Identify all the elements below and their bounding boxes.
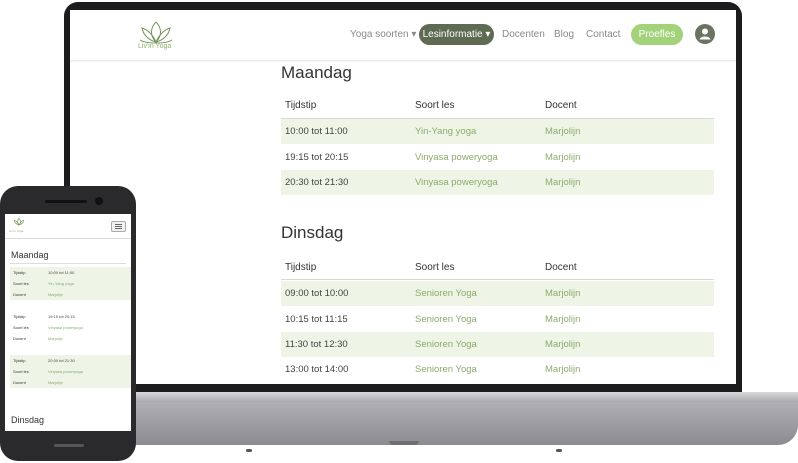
col-header-soort-les: Soort les <box>415 262 455 273</box>
cell-teacher: Marjolijn <box>545 152 581 163</box>
nav-contact[interactable]: Contact <box>586 29 620 40</box>
col-header-soort-les: Soort les <box>415 100 455 111</box>
header-divider <box>5 238 131 239</box>
list-item: Docent Marjolijn <box>10 289 131 300</box>
laptop-notch <box>389 441 419 445</box>
phone-speaker <box>45 200 87 203</box>
list-item: Soort les Yin-Yang yoga <box>10 278 131 289</box>
table-row: 10:00 tot 11:00 Yin-Yang yoga Marjolijn <box>281 119 714 144</box>
nav-lesinformatie[interactable]: Lesinformatie ▾ <box>419 24 494 45</box>
cell-class: Vinyasa poweryoga <box>415 177 498 188</box>
table-row: 09:00 tot 10:00 Senioren Yoga Marjolijn <box>281 281 714 306</box>
list-item: Docent Marjolijn <box>13 336 63 341</box>
nav-docenten[interactable]: Docenten <box>502 29 545 40</box>
logo-text[interactable]: Liv'in Yoga <box>138 43 171 50</box>
cell-class: Senioren Yoga <box>415 339 477 350</box>
cell-time: 11:30 tot 12:30 <box>285 339 348 350</box>
cell-class: Senioren Yoga <box>415 314 477 325</box>
laptop-screen: Liv'in Yoga Yoga soorten ▾ Lesinformatie… <box>70 10 736 384</box>
cell-teacher: Marjolijn <box>545 339 581 350</box>
day-title-maandag: Maandag <box>11 250 49 260</box>
laptop-foot <box>246 449 252 452</box>
list-item: Tijdstip 10:00 tot 11:00 <box>10 267 131 278</box>
table-divider <box>281 279 714 280</box>
nav-yoga-soorten[interactable]: Yoga soorten ▾ <box>350 29 416 40</box>
chevron-down-icon: ▾ <box>411 29 417 40</box>
cell-time: 10:00 tot 11:00 <box>285 126 348 137</box>
day-title-dinsdag: Dinsdag <box>11 415 45 425</box>
table-row: 19:15 tot 20:15 Vinyasa poweryoga Marjol… <box>281 145 714 170</box>
phone-screen: Liv'in Yoga Maandag Tijdstip 10:00 tot 11… <box>5 214 131 431</box>
cell-class: Senioren Yoga <box>415 288 477 299</box>
cell-time: 20:30 tot 21:30 <box>285 177 349 188</box>
col-header-docent: Docent <box>545 100 577 111</box>
list-item: Docent Marjolijn <box>10 377 131 388</box>
phone-home-bar <box>54 444 84 447</box>
user-icon[interactable] <box>695 24 715 44</box>
cell-teacher: Marjolijn <box>545 288 581 299</box>
day-title-dinsdag: Dinsdag <box>281 223 344 242</box>
cell-time: 13:00 tot 14:00 <box>285 364 349 375</box>
hamburger-menu-icon[interactable] <box>111 221 126 232</box>
cell-teacher: Marjolijn <box>545 364 581 375</box>
cell-time: 09:00 tot 10:00 <box>285 288 349 299</box>
list-item: Soort les Vinyasa poweryoga <box>10 366 131 377</box>
table-row: 10:15 tot 11:15 Senioren Yoga Marjolijn <box>281 307 714 332</box>
table-row: 13:00 tot 14:00 Senioren Yoga Marjolijn <box>281 357 714 382</box>
cell-teacher: Marjolijn <box>545 177 581 188</box>
list-item: Tijdstip 20:30 tot 21:30 <box>10 355 131 366</box>
site-header: Liv'in Yoga Yoga soorten ▾ Lesinformatie… <box>70 10 736 60</box>
cell-teacher: Marjolijn <box>545 314 581 325</box>
cell-class: Senioren Yoga <box>415 364 477 375</box>
col-header-docent: Docent <box>545 262 577 273</box>
cell-time: 10:15 tot 11:15 <box>285 314 348 325</box>
col-header-tijdstip: Tijdstip <box>285 100 317 111</box>
table-row: 11:30 tot 12:30 Senioren Yoga Marjolijn <box>281 332 714 357</box>
list-item: Tijdstip 19:15 tot 20:15 <box>13 314 75 319</box>
col-header-tijdstip: Tijdstip <box>285 262 317 273</box>
lotus-logo-icon[interactable] <box>11 217 27 229</box>
laptop-foot <box>556 449 562 452</box>
cell-class: Vinyasa poweryoga <box>415 152 498 163</box>
day-title-maandag: Maandag <box>281 63 352 82</box>
table-row: 20:30 tot 21:30 Vinyasa poweryoga Marjol… <box>281 170 714 195</box>
nav-blog[interactable]: Blog <box>554 29 574 40</box>
cell-time: 19:15 tot 20:15 <box>285 152 349 163</box>
phone-camera <box>95 197 103 205</box>
cell-class: Yin-Yang yoga <box>415 126 477 137</box>
cell-teacher: Marjolijn <box>545 126 581 137</box>
table-divider <box>10 263 126 264</box>
logo-text[interactable]: Liv'in Yoga <box>9 229 23 233</box>
proefles-button[interactable]: Proefles <box>631 24 683 45</box>
list-item: Soort les Vinyasa poweryoga <box>13 325 83 330</box>
